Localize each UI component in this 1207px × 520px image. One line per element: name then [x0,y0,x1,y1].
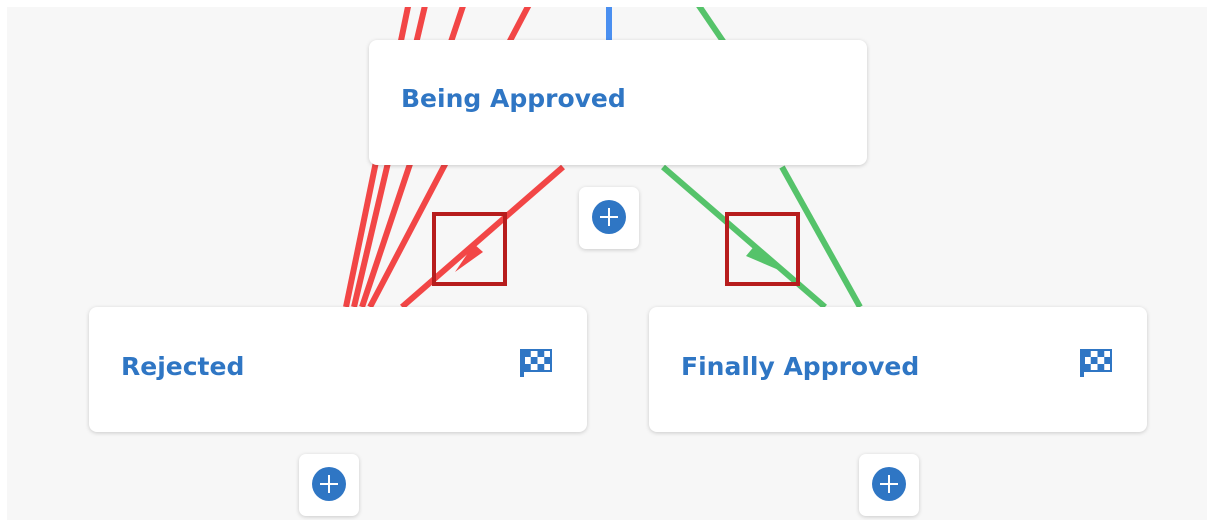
add-transition-button[interactable] [579,187,639,249]
state-title: Being Approved [401,84,626,113]
plus-circle-icon [872,467,906,501]
plus-circle-icon [592,200,626,234]
state-rejected[interactable]: Rejected [89,307,587,432]
add-transition-button[interactable] [299,454,359,516]
plus-circle-icon [312,467,346,501]
checkered-flag-icon [520,349,552,377]
state-finally-approved[interactable]: Finally Approved [649,307,1147,432]
checkered-flag-icon [1080,349,1112,377]
workflow-canvas: Being Approved Rejected Finally Approved [7,7,1207,520]
state-being-approved[interactable]: Being Approved [369,40,867,165]
highlight-box-approve-arrow [725,212,800,286]
state-title: Finally Approved [681,352,920,381]
add-transition-button[interactable] [859,454,919,516]
highlight-box-reject-arrow [432,212,507,286]
state-title: Rejected [121,352,245,381]
